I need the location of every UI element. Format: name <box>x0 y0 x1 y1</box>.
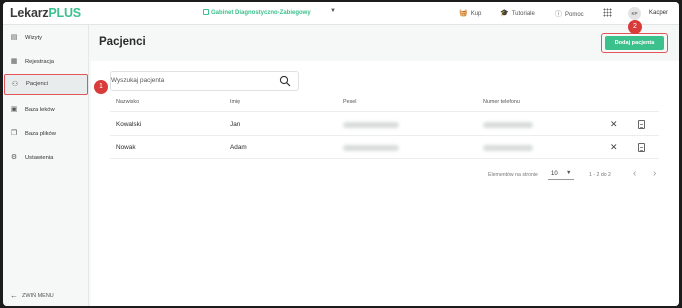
sidebar-item-patients[interactable]: ⚇ Pacjenci <box>4 74 88 95</box>
apps-grid-icon[interactable] <box>603 8 612 17</box>
per-page-value: 10 <box>551 171 558 177</box>
per-page-select[interactable]: 10 ▼ <box>548 170 574 180</box>
sidebar-item-registration[interactable]: ▦ Rejestracja <box>3 54 89 70</box>
calendar-icon <box>203 9 209 15</box>
help-label: Pomoc <box>565 12 584 18</box>
sidebar-item-medicines[interactable]: ▣ Baza leków <box>3 102 89 118</box>
tutorials-label: Tutoriale <box>511 11 535 17</box>
arrow-left-icon: ← <box>10 291 18 300</box>
sidebar-item-label: Ustawienia <box>25 155 54 161</box>
sidebar-item-label: Wizyty <box>25 35 43 41</box>
annotation-badge-2: 2 <box>628 20 642 34</box>
annotation-badge-1: 1 <box>94 80 108 94</box>
sidebar-item-visits[interactable]: ▤ Wizyty <box>3 30 89 46</box>
app-logo[interactable]: LekarzPLUS <box>10 6 81 20</box>
sidebar-item-settings[interactable]: ⚙ Ustawienia <box>3 150 89 166</box>
top-bar: LekarzPLUS Gabinet Diagnostyczno-Zabiego… <box>3 2 679 25</box>
per-page-label: Elementów na stronie <box>488 172 538 178</box>
cell-phone-blurred <box>483 145 533 151</box>
chevron-down-icon[interactable]: ▼ <box>330 8 336 14</box>
pagination-range: 1 - 2 do 2 <box>589 172 611 178</box>
collapse-menu-button[interactable]: ← ZWIŃ MENU <box>10 291 54 300</box>
page-title: Pacjenci <box>99 36 146 48</box>
column-header-surname[interactable]: Nazwisko <box>116 99 139 105</box>
delete-icon[interactable]: ✕ <box>610 143 618 152</box>
divider <box>110 135 659 136</box>
medicine-icon: ▣ <box>10 106 18 113</box>
help-icon: ⓘ <box>555 11 562 18</box>
logo-accent: PLUS <box>48 6 81 20</box>
cell-name[interactable]: Jan <box>230 121 240 128</box>
column-header-name[interactable]: Imię <box>230 99 240 105</box>
prev-page-icon[interactable]: ‹ <box>633 168 636 179</box>
sidebar-item-label: Pacjenci <box>26 81 48 87</box>
next-page-icon[interactable]: › <box>653 168 656 179</box>
clinic-selector[interactable]: Gabinet Diagnostyczno-Zabiegowy <box>203 9 311 16</box>
clinic-name: Gabinet Diagnostyczno-Zabiegowy <box>211 10 311 16</box>
files-icon: ❐ <box>10 130 18 137</box>
sidebar-item-label: Baza plików <box>25 131 56 137</box>
delete-icon[interactable]: ✕ <box>610 120 618 129</box>
caret-down-icon: ▼ <box>566 170 572 176</box>
cell-surname[interactable]: Nowak <box>116 144 136 151</box>
column-header-phone[interactable]: Numer telefonu <box>483 99 520 105</box>
basket-icon: 🧺 <box>459 10 468 17</box>
tutorials-link[interactable]: 🎓 Tutoriale <box>500 9 535 17</box>
cell-phone-blurred <box>483 122 533 128</box>
sidebar-item-label: Rejestracja <box>25 59 54 65</box>
divider <box>110 111 659 112</box>
divider <box>110 158 659 159</box>
cell-surname[interactable]: Kowalski <box>116 121 141 128</box>
logo-text: Lekarz <box>10 6 49 20</box>
app-window: LekarzPLUS Gabinet Diagnostyczno-Zabiego… <box>3 2 679 306</box>
user-name[interactable]: Kacper <box>649 10 668 16</box>
document-icon[interactable] <box>638 143 645 152</box>
sidebar-item-files[interactable]: ❐ Baza plików <box>3 126 89 142</box>
document-icon[interactable] <box>638 120 645 129</box>
add-patient-button[interactable]: Dodaj pacjenta <box>605 36 664 50</box>
shop-label: Kup <box>470 11 482 17</box>
help-link[interactable]: ⓘ Pomoc <box>555 9 584 19</box>
patients-icon: ⚇ <box>11 81 19 88</box>
search-placeholder: Wyszukaj pacjenta <box>111 77 165 84</box>
cell-pesel-blurred <box>343 145 399 151</box>
patients-card <box>91 61 679 306</box>
clipboard-icon: ▤ <box>10 34 18 41</box>
graduation-cap-icon: 🎓 <box>500 10 509 17</box>
sidebar: ▤ Wizyty ▦ Rejestracja ⚇ Pacjenci ▣ Baza… <box>3 25 89 306</box>
cell-name[interactable]: Adam <box>230 144 247 151</box>
avatar[interactable]: KP <box>628 7 641 20</box>
column-header-pesel[interactable]: Pesel <box>343 99 357 105</box>
cell-pesel-blurred <box>343 122 399 128</box>
search-icon[interactable] <box>279 75 291 87</box>
register-icon: ▦ <box>10 58 18 65</box>
sidebar-item-label: Baza leków <box>25 107 55 113</box>
shop-link[interactable]: 🧺 Kup <box>459 9 481 17</box>
gear-icon: ⚙ <box>10 154 18 161</box>
collapse-label: ZWIŃ MENU <box>22 293 54 299</box>
